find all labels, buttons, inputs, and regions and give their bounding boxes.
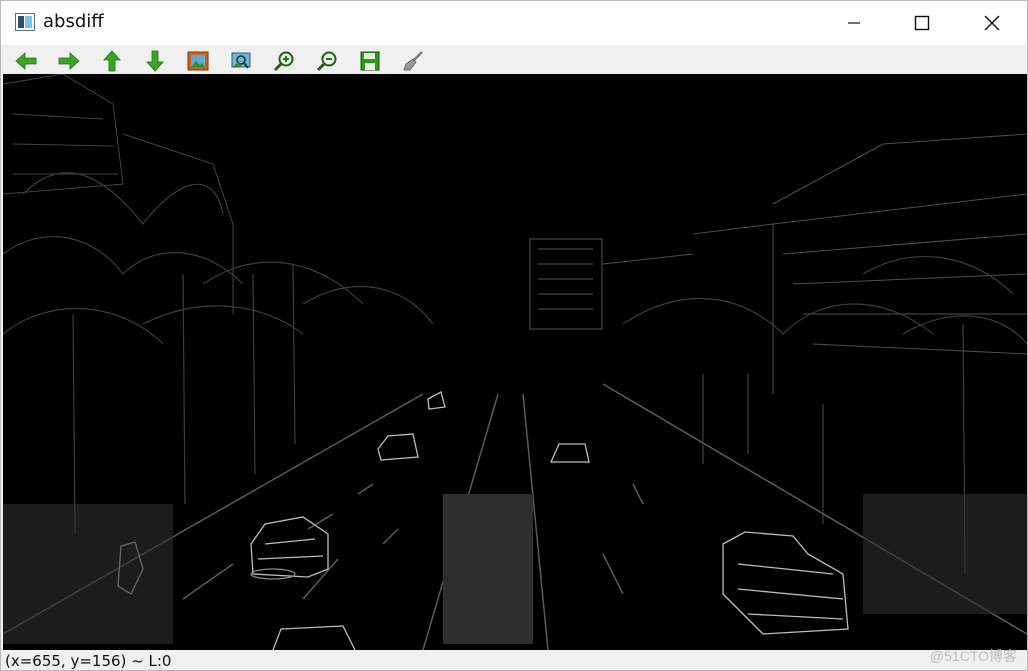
minimize-button[interactable] — [819, 1, 889, 45]
toolbar — [1, 45, 1027, 75]
zoom-original-button[interactable] — [228, 49, 254, 73]
arrow-up-icon — [103, 50, 121, 72]
window-title: absdiff — [43, 11, 104, 32]
pixel-status: (x=655, y=156) ~ L:0 — [5, 652, 172, 670]
minimize-icon — [848, 22, 860, 24]
close-icon — [984, 15, 1000, 31]
image-icon — [187, 51, 209, 71]
watermark: @51CTO博客 — [929, 648, 1017, 664]
pan-left-button[interactable] — [13, 49, 39, 73]
arrow-right-icon — [58, 52, 80, 70]
maximize-button[interactable] — [887, 1, 957, 45]
app-window: absdiff (x=655, y=156) ~ L:0 @51CTO博客 — [0, 0, 1028, 671]
app-icon — [15, 13, 35, 31]
save-button[interactable] — [357, 49, 383, 73]
save-icon — [360, 51, 380, 71]
brush-icon — [403, 51, 423, 71]
image-canvas[interactable] — [3, 74, 1027, 650]
arrow-left-icon — [15, 52, 37, 70]
status-bar: (x=655, y=156) ~ L:0 — [1, 650, 1027, 670]
zoom-fit-button[interactable] — [185, 49, 211, 73]
pan-up-button[interactable] — [99, 49, 125, 73]
zoom-out-icon — [316, 51, 337, 72]
zoom-in-icon — [273, 51, 294, 72]
pan-right-button[interactable] — [56, 49, 82, 73]
close-button[interactable] — [957, 1, 1027, 45]
zoom-image-icon — [231, 52, 251, 69]
zoom-out-button[interactable] — [314, 49, 340, 73]
maximize-icon — [914, 15, 930, 31]
pan-down-button[interactable] — [142, 49, 168, 73]
title-bar[interactable]: absdiff — [1, 1, 1027, 45]
arrow-down-icon — [146, 50, 164, 72]
edge-image — [3, 74, 1027, 650]
zoom-in-button[interactable] — [271, 49, 297, 73]
properties-button[interactable] — [400, 49, 426, 73]
